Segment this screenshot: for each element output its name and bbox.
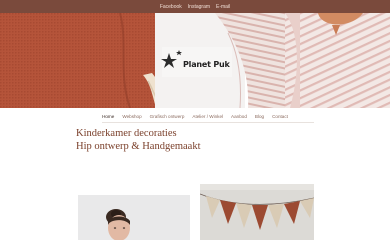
nav-item-atelier-winkel[interactable]: Atelier / Winkel <box>192 114 223 119</box>
nav-item-contact[interactable]: Contact <box>272 114 288 119</box>
nav-divider <box>102 122 314 123</box>
page-headline: Kinderkamer decoraties Hip ontwerp & Han… <box>76 128 201 153</box>
logo-text: Planet Puk <box>183 60 230 69</box>
nav-item-grafisch-ontwerp[interactable]: Grafisch ontwerp <box>150 114 185 119</box>
email-link[interactable]: E-mail <box>216 4 230 10</box>
headline-line-2: Hip ontwerp & Handgemaakt <box>76 140 201 152</box>
facebook-link[interactable]: Facebook <box>160 4 182 10</box>
portrait-photo <box>78 195 190 240</box>
top-social-bar: Facebook Instagram E-mail <box>0 0 390 13</box>
star-logo-icon <box>161 50 182 68</box>
nav-item-blog[interactable]: Blog <box>255 114 264 119</box>
main-navigation: Home Webshop Grafisch ontwerp Atelier / … <box>0 111 390 121</box>
nav-item-home[interactable]: Home <box>102 114 114 119</box>
site-logo[interactable]: Planet Puk <box>160 48 230 73</box>
headline-line-1: Kinderkamer decoraties <box>76 128 177 139</box>
instagram-link[interactable]: Instagram <box>188 4 210 10</box>
bunting-photo <box>200 184 314 240</box>
nav-item-webshop[interactable]: Webshop <box>122 114 141 119</box>
nav-item-aanbod[interactable]: Aanbod <box>231 114 247 119</box>
